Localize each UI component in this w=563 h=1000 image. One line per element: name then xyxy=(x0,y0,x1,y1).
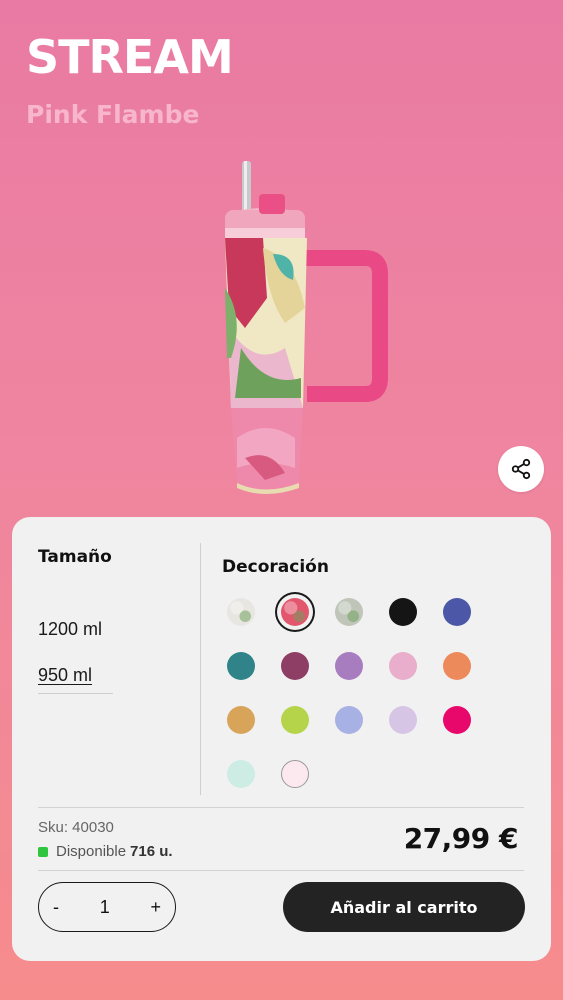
decoration-swatch[interactable] xyxy=(389,598,417,626)
decoration-swatch[interactable] xyxy=(281,706,309,734)
share-icon xyxy=(511,458,531,480)
decoration-heading: Decoración xyxy=(222,557,329,577)
decoration-swatch[interactable] xyxy=(443,652,471,680)
quantity-value: 1 xyxy=(99,896,110,917)
details-divider xyxy=(38,807,524,808)
availability: Disponible 716 u. xyxy=(38,843,173,860)
decoration-swatch[interactable] xyxy=(227,760,255,788)
availability-count: 716 u. xyxy=(130,843,173,860)
decoration-swatch[interactable] xyxy=(281,598,309,626)
decrease-quantity-button[interactable]: - xyxy=(53,897,59,918)
decoration-swatch[interactable] xyxy=(281,652,309,680)
decoration-swatch[interactable] xyxy=(281,760,309,788)
price: 27,99 € xyxy=(403,822,519,855)
share-button[interactable] xyxy=(498,446,544,492)
decoration-swatch[interactable] xyxy=(227,598,255,626)
tumbler-cup-icon xyxy=(225,161,388,494)
size-option-1200[interactable]: 1200 ml xyxy=(38,619,102,640)
product-subtitle: Pink Flambe xyxy=(26,100,200,129)
product-image xyxy=(215,158,390,498)
decoration-swatch[interactable] xyxy=(389,652,417,680)
actions-divider xyxy=(38,870,524,871)
add-to-cart-button[interactable]: Añadir al carrito xyxy=(283,882,525,932)
size-divider xyxy=(38,693,113,694)
size-option-950[interactable]: 950 ml xyxy=(38,665,92,686)
column-divider xyxy=(200,543,201,795)
decoration-swatch[interactable] xyxy=(335,652,363,680)
increase-quantity-button[interactable]: + xyxy=(150,897,161,918)
decoration-swatch[interactable] xyxy=(443,706,471,734)
decoration-swatch[interactable] xyxy=(335,598,363,626)
quantity-stepper: - 1 + xyxy=(38,882,176,932)
sku-text: Sku: 40030 xyxy=(38,819,114,836)
decoration-swatch[interactable] xyxy=(443,598,471,626)
size-heading: Tamaño xyxy=(38,547,112,567)
decoration-swatch[interactable] xyxy=(227,706,255,734)
decoration-swatch[interactable] xyxy=(389,706,417,734)
availability-dot-icon xyxy=(38,846,48,857)
product-title: STREAM xyxy=(26,30,234,84)
decoration-swatch[interactable] xyxy=(227,652,255,680)
decoration-swatch[interactable] xyxy=(335,706,363,734)
product-options-panel: Tamaño 1200 ml 950 ml Decoración Sku: 40… xyxy=(12,517,551,961)
availability-label: Disponible xyxy=(56,843,127,860)
